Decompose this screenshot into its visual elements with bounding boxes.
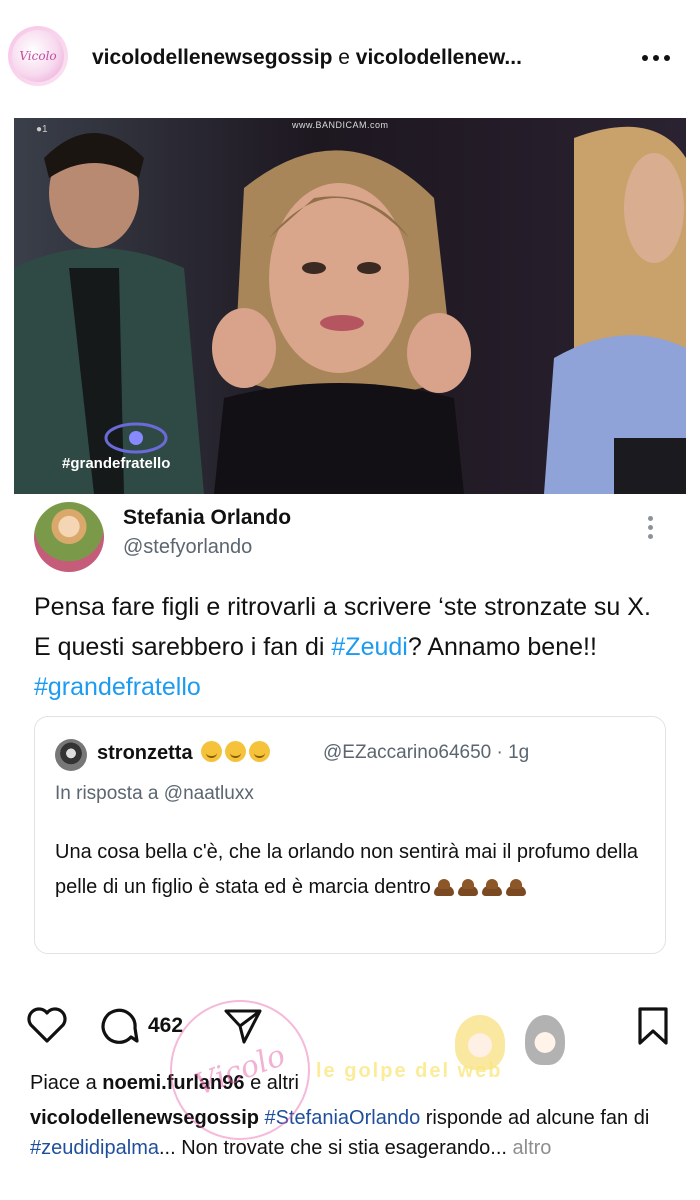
quoted-avatar <box>55 739 87 771</box>
bandicam-watermark: www.BANDICAM.com <box>292 120 389 130</box>
caption-more-link[interactable]: altro <box>507 1137 552 1159</box>
tweet-more-icon <box>648 516 654 539</box>
post-authors[interactable]: vicolodellenewsegossip e vicolodellenew.… <box>92 46 522 70</box>
post-image[interactable]: ●1 <box>14 118 686 494</box>
quoted-handle: @EZaccarino64650 · 1g <box>323 742 530 763</box>
post-caption: vicolodellenewsegossip #StefaniaOrlando … <box>30 1103 680 1163</box>
caption-text: risponde ad alcune fan di <box>420 1107 650 1129</box>
poop-emoji-icon <box>481 876 503 896</box>
tweet-text: Pensa fare figli e ritrovarli a scrivere… <box>34 587 664 707</box>
gossip-watermark-text: le golpe del web <box>316 1060 503 1082</box>
quoted-author: stronzetta <box>97 741 271 765</box>
smirk-emoji-icon <box>201 741 223 762</box>
smirk-emoji-icon <box>249 741 271 762</box>
tweet-card: Stefania Orlando @stefyorlando Pensa far… <box>0 494 700 984</box>
poop-emoji-icon <box>433 876 455 896</box>
author-connector: e <box>338 46 350 69</box>
tweet-text-part: ? Annamo bene!! <box>407 633 597 661</box>
post-header: Vicolo vicolodellenewsegossip e vicolode… <box>0 18 700 98</box>
poop-emoji-icon <box>505 876 527 896</box>
comment-icon[interactable] <box>98 1006 140 1051</box>
save-bookmark-icon[interactable] <box>635 1006 671 1051</box>
quoted-text: Una cosa bella c'è, che la orlando non s… <box>55 835 655 905</box>
likes-line[interactable]: Piace a noemi.furlan96 e altri <box>30 1072 299 1095</box>
svg-text:●1: ●1 <box>36 124 48 135</box>
caption-text: ... Non trovate che si stia esagerando..… <box>158 1137 507 1159</box>
collaborator-username[interactable]: vicolodellenew... <box>356 46 522 69</box>
quoted-tweet: stronzetta @EZaccarino64650 · 1g In risp… <box>34 716 666 954</box>
poop-emoji-icon <box>457 876 479 896</box>
caption-username[interactable]: vicolodellenewsegossip <box>30 1107 259 1129</box>
quoted-reply-to: In risposta a @naatluxx <box>55 783 254 804</box>
author-username[interactable]: vicolodellenewsegossip <box>92 46 332 69</box>
tweet-avatar <box>34 502 104 572</box>
like-icon[interactable] <box>26 1006 68 1049</box>
post-action-bar: 462 <box>0 1000 700 1050</box>
quoted-text-body: Una cosa bella c'è, che la orlando non s… <box>55 841 639 898</box>
caption-hashtag-stefania[interactable]: #StefaniaOrlando <box>265 1107 421 1129</box>
smirk-emoji-icon <box>225 741 247 762</box>
quoted-author-name: stronzetta <box>97 742 193 764</box>
comment-count: 462 <box>148 1014 184 1037</box>
caption-hashtag-zeudi[interactable]: #zeudidipalma <box>30 1137 159 1159</box>
likes-suffix: e altri <box>244 1072 299 1094</box>
more-options-icon[interactable] <box>642 48 672 68</box>
tv-hashtag: #grandefratello <box>62 455 171 472</box>
liked-by-user[interactable]: noemi.furlan96 <box>102 1072 244 1094</box>
tweet-author-handle: @stefyorlando <box>123 536 253 558</box>
tweet-author-name: Stefania Orlando <box>123 506 292 529</box>
profile-avatar[interactable]: Vicolo <box>8 26 68 86</box>
tweet-hashtag-zeudi: #Zeudi <box>331 633 408 661</box>
share-icon[interactable] <box>222 1006 264 1051</box>
avatar-logo: Vicolo <box>12 30 64 82</box>
likes-prefix: Piace a <box>30 1072 103 1094</box>
tweet-hashtag-grandefratello: #grandefratello <box>34 673 201 701</box>
tv-still-illustration: ●1 <box>14 118 686 494</box>
